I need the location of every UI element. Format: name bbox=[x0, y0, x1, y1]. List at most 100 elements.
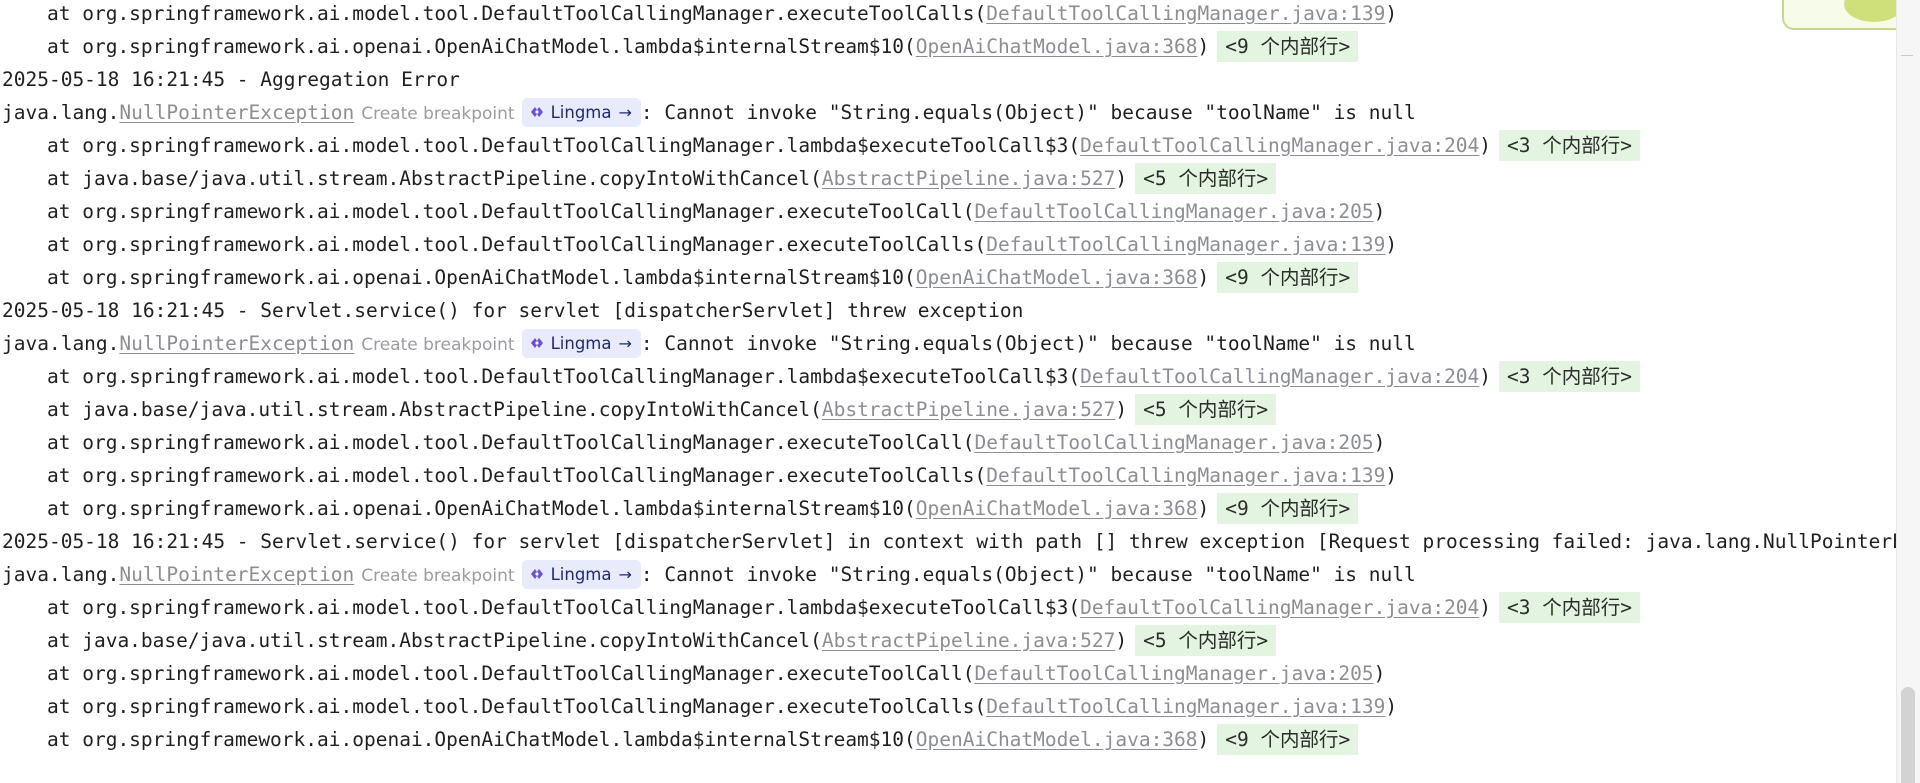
lingma-button[interactable]: Lingma → bbox=[521, 98, 641, 127]
stack-frame-method: at org.springframework.ai.model.tool.Def… bbox=[47, 365, 1081, 388]
stack-frame-close-paren: ) bbox=[1479, 134, 1492, 157]
source-location-link[interactable]: DefaultToolCallingManager.java:204 bbox=[1080, 365, 1479, 388]
scrollbar-thumb[interactable] bbox=[1901, 687, 1915, 783]
stack-frame-line: at org.springframework.ai.openai.OpenAiC… bbox=[0, 261, 1359, 294]
folded-frames-toggle[interactable]: <9 个内部行> bbox=[1217, 724, 1359, 755]
source-location-link[interactable]: AbstractPipeline.java:527 bbox=[822, 167, 1116, 190]
stack-frame-method: at org.springframework.ai.model.tool.Def… bbox=[47, 596, 1081, 619]
stack-frame-close-paren: ) bbox=[1479, 365, 1492, 388]
source-location-link[interactable]: DefaultToolCallingManager.java:139 bbox=[986, 464, 1385, 487]
source-location-link[interactable]: OpenAiChatModel.java:368 bbox=[916, 728, 1198, 751]
stack-frame-close-paren: ) bbox=[1479, 596, 1492, 619]
source-location-link[interactable]: OpenAiChatModel.java:368 bbox=[916, 497, 1198, 520]
lingma-logo-icon bbox=[530, 107, 543, 117]
folded-frames-toggle[interactable]: <9 个内部行> bbox=[1217, 262, 1359, 293]
stack-frame-method: at org.springframework.ai.model.tool.Def… bbox=[47, 134, 1081, 157]
stack-frame-close-paren: ) bbox=[1197, 35, 1210, 58]
exception-class-link[interactable]: NullPointerException bbox=[119, 101, 354, 124]
source-location-link[interactable]: DefaultToolCallingManager.java:205 bbox=[974, 200, 1373, 223]
folded-frames-toggle[interactable]: <9 个内部行> bbox=[1217, 493, 1359, 524]
stack-frame-line: at org.springframework.ai.model.tool.Def… bbox=[0, 195, 1385, 228]
stack-frame-line: at org.springframework.ai.model.tool.Def… bbox=[0, 459, 1397, 492]
stack-frame-method: at java.base/java.util.stream.AbstractPi… bbox=[47, 398, 822, 421]
stack-frame-close-paren: ) bbox=[1373, 662, 1386, 685]
folded-frames-toggle[interactable]: <9 个内部行> bbox=[1217, 31, 1359, 62]
source-location-link[interactable]: DefaultToolCallingManager.java:205 bbox=[974, 662, 1373, 685]
source-location-link[interactable]: DefaultToolCallingManager.java:139 bbox=[986, 233, 1385, 256]
lingma-button[interactable]: Lingma → bbox=[521, 560, 641, 589]
arrow-right-icon: → bbox=[618, 103, 632, 122]
stack-frame-line: at org.springframework.ai.model.tool.Def… bbox=[0, 228, 1397, 261]
stack-frame-method: at org.springframework.ai.openai.OpenAiC… bbox=[47, 497, 916, 520]
lingma-label: Lingma bbox=[550, 565, 612, 584]
folded-frames-toggle[interactable]: <3 个内部行> bbox=[1499, 130, 1641, 161]
stack-frame-close-paren: ) bbox=[1373, 200, 1386, 223]
vertical-scrollbar[interactable] bbox=[1896, 0, 1920, 783]
arrow-right-icon: → bbox=[618, 334, 632, 353]
stack-frame-method: at org.springframework.ai.openai.OpenAiC… bbox=[47, 35, 916, 58]
log-message-text: 2025-05-18 16:21:45 - Servlet.service() … bbox=[2, 530, 1896, 553]
stack-frame-close-paren: ) bbox=[1115, 629, 1128, 652]
create-breakpoint-link[interactable]: Create breakpoint bbox=[361, 98, 514, 131]
stack-frame-line: at org.springframework.ai.openai.OpenAiC… bbox=[0, 723, 1359, 756]
source-location-link[interactable]: OpenAiChatModel.java:368 bbox=[916, 35, 1198, 58]
stack-frame-method: at java.base/java.util.stream.AbstractPi… bbox=[47, 167, 822, 190]
source-location-link[interactable]: DefaultToolCallingManager.java:204 bbox=[1080, 134, 1479, 157]
lingma-label: Lingma bbox=[550, 103, 612, 122]
create-breakpoint-link[interactable]: Create breakpoint bbox=[361, 329, 514, 362]
source-location-link[interactable]: DefaultToolCallingManager.java:139 bbox=[986, 695, 1385, 718]
lingma-button[interactable]: Lingma → bbox=[521, 329, 641, 358]
create-breakpoint-link[interactable]: Create breakpoint bbox=[361, 560, 514, 593]
stack-frame-close-paren: ) bbox=[1385, 464, 1398, 487]
stack-frame-line: at org.springframework.ai.model.tool.Def… bbox=[0, 129, 1641, 162]
exception-package: java.lang. bbox=[2, 563, 120, 586]
folded-frames-toggle[interactable]: <5 个内部行> bbox=[1135, 163, 1277, 194]
stack-frame-close-paren: ) bbox=[1197, 266, 1210, 289]
exception-package: java.lang. bbox=[2, 101, 120, 124]
stack-frame-line: at org.springframework.ai.model.tool.Def… bbox=[0, 657, 1385, 690]
stack-frame-line: at org.springframework.ai.model.tool.Def… bbox=[0, 690, 1397, 723]
stack-frame-close-paren: ) bbox=[1385, 695, 1398, 718]
lingma-logo-icon bbox=[530, 569, 543, 579]
stack-frame-method: at org.springframework.ai.model.tool.Def… bbox=[47, 464, 987, 487]
stack-frame-method: at org.springframework.ai.model.tool.Def… bbox=[47, 662, 975, 685]
log-message-line: 2025-05-18 16:21:45 - Servlet.service() … bbox=[0, 294, 1023, 327]
stack-frame-close-paren: ) bbox=[1197, 728, 1210, 751]
stack-frame-method: at org.springframework.ai.model.tool.Def… bbox=[47, 431, 975, 454]
stack-frame-line: at org.springframework.ai.openai.OpenAiC… bbox=[0, 492, 1359, 525]
log-message-line: 2025-05-18 16:21:45 - Servlet.service() … bbox=[0, 525, 1896, 558]
scrollbar-marker bbox=[1901, 55, 1913, 66]
source-location-link[interactable]: AbstractPipeline.java:527 bbox=[822, 629, 1116, 652]
stack-frame-line: at java.base/java.util.stream.AbstractPi… bbox=[0, 162, 1277, 195]
source-location-link[interactable]: OpenAiChatModel.java:368 bbox=[916, 266, 1198, 289]
folded-frames-toggle[interactable]: <3 个内部行> bbox=[1499, 592, 1641, 623]
stack-frame-method: at org.springframework.ai.openai.OpenAiC… bbox=[47, 728, 916, 751]
lingma-label: Lingma bbox=[550, 334, 612, 353]
arrow-right-icon: → bbox=[618, 565, 632, 584]
exception-class-link[interactable]: NullPointerException bbox=[119, 563, 354, 586]
source-location-link[interactable]: AbstractPipeline.java:527 bbox=[822, 398, 1116, 421]
source-location-link[interactable]: DefaultToolCallingManager.java:139 bbox=[986, 2, 1385, 25]
stack-frame-close-paren: ) bbox=[1115, 167, 1128, 190]
folded-frames-toggle[interactable]: <5 个内部行> bbox=[1135, 394, 1277, 425]
exception-class-link[interactable]: NullPointerException bbox=[119, 332, 354, 355]
exception-message: : Cannot invoke "String.equals(Object)" … bbox=[640, 101, 1416, 124]
stack-frame-method: at org.springframework.ai.model.tool.Def… bbox=[47, 695, 987, 718]
folded-frames-toggle[interactable]: <5 个内部行> bbox=[1135, 625, 1277, 656]
source-location-link[interactable]: DefaultToolCallingManager.java:205 bbox=[974, 431, 1373, 454]
stack-frame-method: at org.springframework.ai.model.tool.Def… bbox=[47, 233, 987, 256]
source-location-link[interactable]: DefaultToolCallingManager.java:204 bbox=[1080, 596, 1479, 619]
log-message-line: 2025-05-18 16:21:45 - Aggregation Error bbox=[0, 63, 460, 96]
exception-package: java.lang. bbox=[2, 332, 120, 355]
stack-frame-line: at java.base/java.util.stream.AbstractPi… bbox=[0, 624, 1277, 657]
stack-frame-method: at org.springframework.ai.model.tool.Def… bbox=[47, 2, 987, 25]
stack-frame-line: at java.base/java.util.stream.AbstractPi… bbox=[0, 393, 1277, 426]
exception-message: : Cannot invoke "String.equals(Object)" … bbox=[640, 563, 1416, 586]
folded-frames-toggle[interactable]: <3 个内部行> bbox=[1499, 361, 1641, 392]
stack-frame-line: at org.springframework.ai.openai.OpenAiC… bbox=[0, 30, 1359, 63]
stack-frame-line: at org.springframework.ai.model.tool.Def… bbox=[0, 0, 1397, 30]
exception-line: java.lang.NullPointerException Create bre… bbox=[0, 558, 1416, 591]
stack-frame-line: at org.springframework.ai.model.tool.Def… bbox=[0, 426, 1385, 459]
exception-line: java.lang.NullPointerException Create bre… bbox=[0, 327, 1416, 360]
exception-message: : Cannot invoke "String.equals(Object)" … bbox=[640, 332, 1416, 355]
